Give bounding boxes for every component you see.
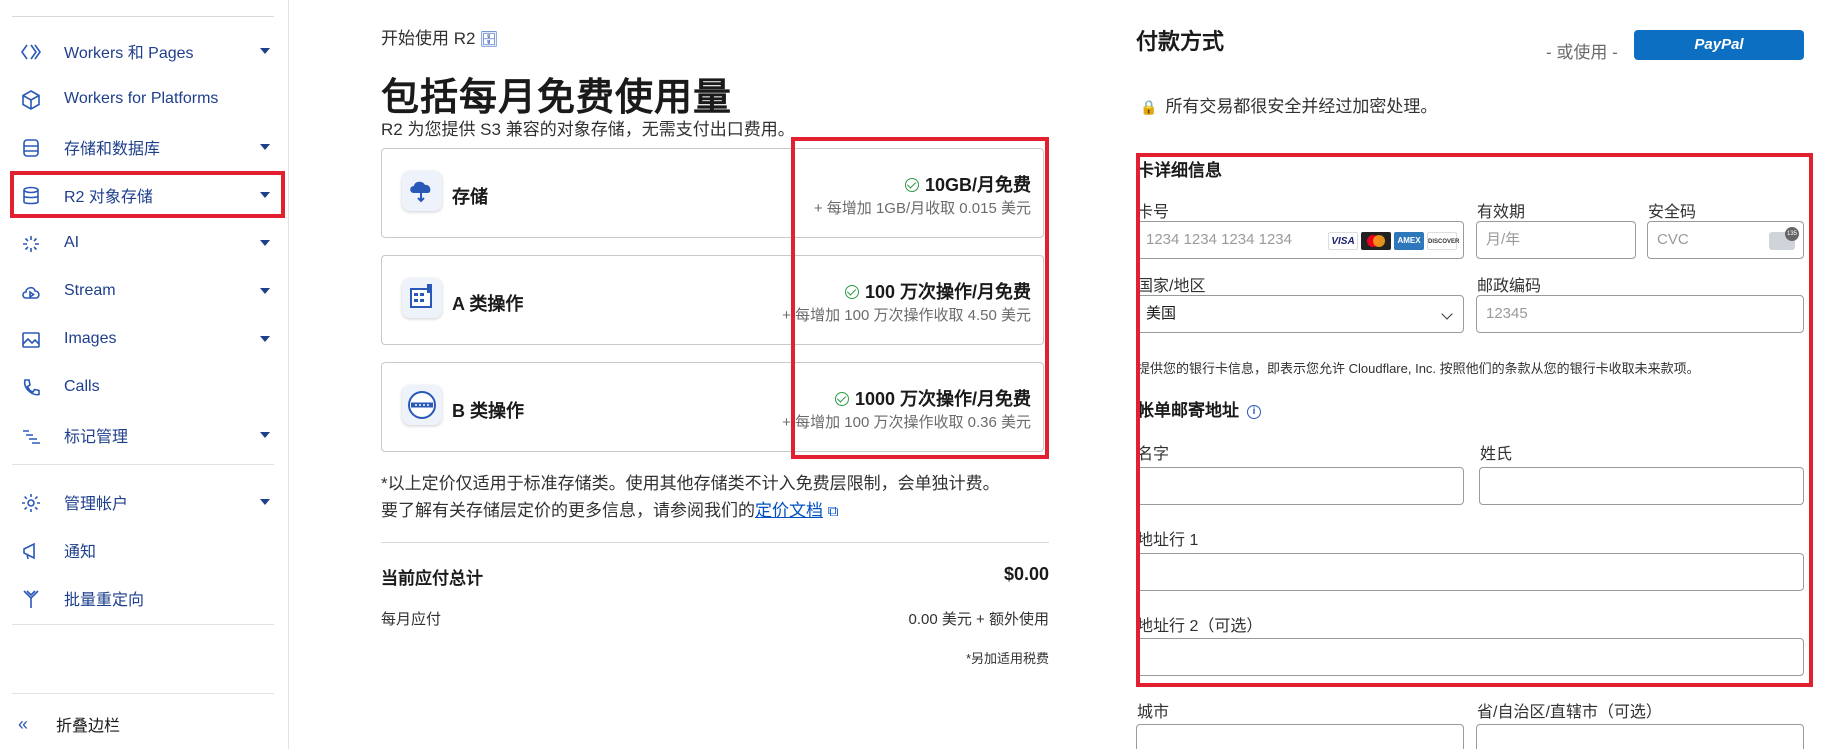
sidebar-divider <box>12 464 274 465</box>
payment-method-title: 付款方式 <box>1136 29 1225 54</box>
payment-form: 付款方式 - 或使用 - PayPal 🔒 所有交易都很安全并经过加密处理。 卡详… <box>1136 0 1813 749</box>
database-icon: 🗄 <box>479 31 499 48</box>
sidebar-item-ai[interactable]: AI <box>10 221 284 265</box>
sidebar-item-workers-pages[interactable]: Workers 和 Pages <box>10 29 284 73</box>
pricing-docs-link[interactable]: 定价文档 <box>755 501 823 520</box>
tax-note: *另加适用税费 <box>965 651 1049 666</box>
monthly-due-label: 每月应付 <box>381 611 442 628</box>
state-label: 省/自治区/直辖市（可选） <box>1477 704 1662 721</box>
highlight-box-free-tiers <box>791 137 1049 459</box>
sidebar-top-divider <box>12 16 274 17</box>
chevron-down-icon <box>260 144 270 150</box>
sidebar-item-label: 管理帐户 <box>64 496 129 513</box>
double-chevron-left-icon: « <box>18 713 29 734</box>
sidebar-item-label: Workers 和 Pages <box>64 45 194 62</box>
collapse-sidebar-label: 折叠边栏 <box>56 718 121 735</box>
chevron-down-icon <box>260 336 270 342</box>
pricing-summary: 开始使用 R2 🗄 包括每月免费使用量 R2 为您提供 S3 兼容的对象存储，无需… <box>381 0 1049 749</box>
sidebar-item-stream[interactable]: Stream <box>10 269 284 313</box>
highlight-box-card-details <box>1136 153 1813 687</box>
collapse-sidebar-button[interactable]: « 折叠边栏 <box>18 712 120 736</box>
sidebar-item-label: 批量重定向 <box>64 592 145 609</box>
page-title: 包括每月免费使用量 <box>381 77 733 119</box>
sidebar-item-label: Workers for Platforms <box>64 90 219 107</box>
city-label: 城市 <box>1137 704 1170 721</box>
footnote-line: *以上定价仅适用于标准存储类。使用其他存储类不计入免费层限制，会单独计费。 <box>381 474 1000 493</box>
cloud-upload-icon <box>402 171 442 211</box>
sidebar-item-tag-management[interactable]: 标记管理 <box>10 413 284 457</box>
tag-list-icon <box>20 425 42 447</box>
chevron-down-icon <box>260 288 270 294</box>
plan-name: B 类操作 <box>452 401 524 421</box>
plan-name: A 类操作 <box>452 294 524 314</box>
sidebar-item-label: Images <box>64 330 117 347</box>
total-due-label: 当前应付总计 <box>381 569 483 588</box>
chevron-down-icon <box>260 48 270 54</box>
monthly-due-value: 0.00 美元 + 额外使用 <box>908 611 1049 628</box>
megaphone-icon <box>20 540 42 562</box>
getting-started-label: 开始使用 R2 <box>381 29 476 48</box>
gear-icon <box>20 492 42 514</box>
chevron-down-icon <box>260 499 270 505</box>
summary-divider <box>381 542 1049 543</box>
sidebar-item-label: 通知 <box>64 544 97 561</box>
sidebar-item-label: Calls <box>64 378 100 395</box>
total-due-value: $0.00 <box>1003 564 1049 584</box>
sidebar: Workers 和 Pages Workers for Platforms 存储… <box>0 0 289 749</box>
sidebar-item-images[interactable]: Images <box>10 317 284 361</box>
sidebar-item-workers-platforms[interactable]: Workers for Platforms <box>10 77 284 121</box>
lock-icon: 🔒 <box>1140 99 1158 115</box>
external-link-icon: ⧉ <box>827 503 839 520</box>
redirect-icon <box>20 588 42 610</box>
secure-notice-text: 所有交易都很安全并经过加密处理。 <box>1165 97 1438 116</box>
sidebar-item-label: AI <box>64 234 80 251</box>
phone-icon <box>20 377 42 399</box>
sidebar-item-calls[interactable]: Calls <box>10 365 284 409</box>
sidebar-item-notifications[interactable]: 通知 <box>10 528 284 572</box>
gauge-icon <box>402 385 442 425</box>
sidebar-divider <box>12 624 274 625</box>
footnote-text: 要了解有关存储层定价的更多信息，请参阅我们的 <box>381 501 755 520</box>
sidebar-item-storage-db[interactable]: 存储和数据库 <box>10 125 284 169</box>
sparkle-icon <box>20 233 42 255</box>
sidebar-item-manage-account[interactable]: 管理帐户 <box>10 480 284 524</box>
pricing-footnote: *以上定价仅适用于标准存储类。使用其他存储类不计入免费层限制，会单独计费。 要了… <box>381 470 1049 525</box>
city-input[interactable] <box>1136 724 1464 749</box>
sidebar-divider <box>12 693 274 694</box>
or-use-label: - 或使用 - <box>1546 43 1618 62</box>
paypal-button[interactable]: PayPal <box>1634 30 1804 60</box>
sidebar-item-label: 存储和数据库 <box>64 141 161 158</box>
chevron-down-icon <box>260 240 270 246</box>
sidebar-item-label: 标记管理 <box>64 429 129 446</box>
chevron-down-icon <box>260 432 270 438</box>
state-input[interactable] <box>1476 724 1804 749</box>
highlight-box-r2 <box>10 171 285 218</box>
page-description: R2 为您提供 S3 兼容的对象存储，无需支付出口费用。 <box>381 120 795 139</box>
workers-icon <box>20 41 42 63</box>
cloud-play-icon <box>20 281 42 303</box>
sidebar-item-bulk-redirects[interactable]: 批量重定向 <box>10 576 284 620</box>
secure-notice: 🔒 所有交易都很安全并经过加密处理。 <box>1140 92 1437 117</box>
getting-started-link[interactable]: 开始使用 R2 🗄 <box>381 24 499 49</box>
plan-name: 存储 <box>452 187 488 207</box>
cube-icon <box>20 89 42 111</box>
sidebar-item-label: Stream <box>64 282 116 299</box>
database-icon <box>20 137 42 159</box>
calendar-grid-icon <box>402 278 442 318</box>
footnote-line: 要了解有关存储层定价的更多信息，请参阅我们的定价文档 ⧉ <box>381 497 1049 525</box>
image-icon <box>20 329 42 351</box>
